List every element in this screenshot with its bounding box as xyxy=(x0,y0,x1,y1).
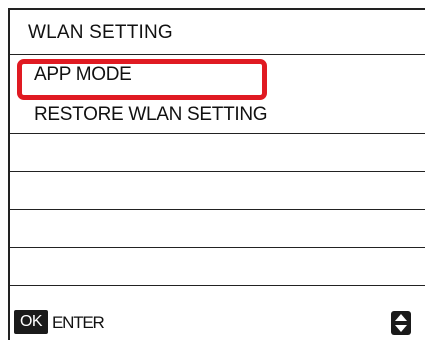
title-bar: WLAN SETTING xyxy=(10,10,425,55)
page-title: WLAN SETTING xyxy=(28,22,173,43)
ok-key-badge[interactable]: OK xyxy=(14,310,48,334)
wlan-setting-screen: WLAN SETTING APP MODE RESTORE WLAN SETTI… xyxy=(8,8,425,340)
menu-item-empty[interactable] xyxy=(10,172,425,210)
menu-item-empty[interactable] xyxy=(10,134,425,172)
up-down-arrows-icon[interactable] xyxy=(391,311,411,335)
menu-item-empty[interactable] xyxy=(10,248,425,286)
enter-hint-label: ENTER xyxy=(52,313,105,332)
selection-highlight xyxy=(17,59,267,100)
footer-bar: OK ENTER xyxy=(10,306,425,340)
menu-item-empty[interactable] xyxy=(10,210,425,248)
menu-item-label: RESTORE WLAN SETTING xyxy=(34,104,268,125)
